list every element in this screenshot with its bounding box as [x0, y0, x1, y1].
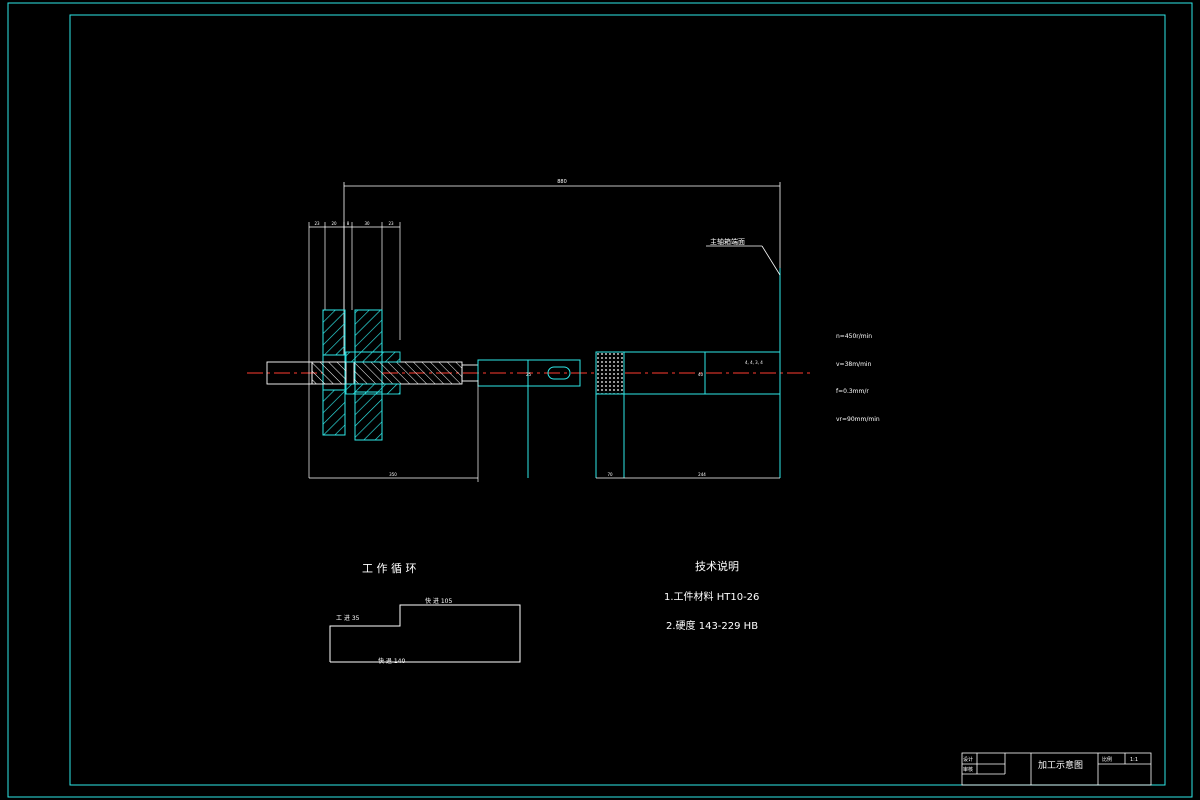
checker-label: 审核 [963, 766, 973, 773]
fast-forward-label: 快 进 105 [425, 597, 452, 605]
small-dim-5: 23 [388, 221, 394, 226]
param-v: v=38m/min [836, 361, 872, 368]
work-cycle-title: 工 作 循 环 [362, 562, 417, 575]
shaft-dia-label-2: 40 [698, 372, 704, 377]
param-n: n=450r/min [836, 333, 872, 340]
small-dim-4: 30 [364, 221, 370, 226]
param-f: f=0.3mm/r [836, 388, 869, 395]
tech-notes-title: 技术说明 [695, 559, 739, 573]
fast-return-label: 快 退 140 [378, 657, 405, 665]
param-vr: vr=90mm/min [836, 416, 880, 423]
spindle-face-label: 主轴箱端面 [710, 237, 745, 246]
tech-note-2: 2.硬度 143-229 HB [666, 619, 758, 632]
bottom-dim-2: 70 [607, 472, 613, 477]
tech-note-1: 1.工件材料 HT10-26 [664, 590, 759, 603]
shaft-dia-label-1: 25 [526, 372, 532, 377]
work-feed-label: 工 进 35 [336, 614, 360, 622]
scale-value: 1:1 [1130, 757, 1138, 763]
inner-border [69, 14, 1166, 786]
tool-holder [477, 359, 581, 478]
spindle-face-callout [706, 245, 781, 276]
top-overall-dimension [343, 182, 781, 360]
bottom-dim-1: 350 [389, 472, 397, 477]
drawing-title: 加工示意图 [1038, 759, 1083, 771]
work-cycle-diagram [329, 604, 521, 663]
drill-tool [266, 351, 479, 395]
drawing-sheet: 880 23 20 8 30 23 25 40 4, 4, 3, 4 主轴箱端面… [7, 2, 1193, 798]
small-dim-1: 23 [314, 221, 320, 226]
small-dim-3: 8 [347, 221, 350, 226]
top-overall-dim-label: 880 [557, 179, 567, 185]
inner-bore-label: 4, 4, 3, 4 [745, 360, 763, 365]
outer-border [7, 2, 1193, 798]
bottom-dim-3: 244 [698, 472, 706, 477]
scale-label: 比例 [1102, 756, 1112, 763]
small-dim-2: 20 [331, 221, 337, 226]
designer-label: 设计 [963, 756, 973, 763]
